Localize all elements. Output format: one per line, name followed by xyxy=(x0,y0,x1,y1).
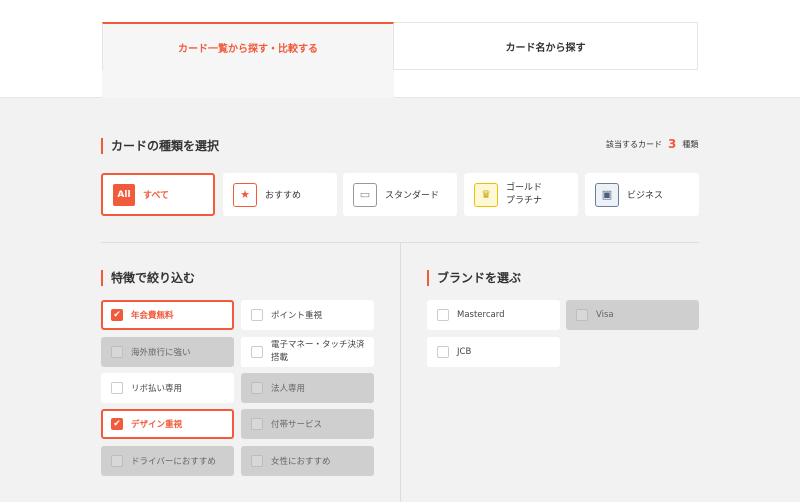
feature-label: 年会費無料 xyxy=(131,311,174,321)
count-number: 3 xyxy=(668,137,677,151)
feature-label: 女性におすすめ xyxy=(271,457,331,467)
feature-label: ドライバーにおすすめ xyxy=(131,457,216,467)
checkbox-checked-icon: ✔ xyxy=(111,309,123,321)
tab-label: カード一覧から探す・比較する xyxy=(178,43,318,55)
card-type-label: スタンダード xyxy=(385,191,440,201)
label-line1: ゴールド xyxy=(506,182,543,193)
gold-card-icon: ♛ xyxy=(474,182,498,207)
checkbox-icon xyxy=(251,418,263,430)
search-tabs-bar: カード一覧から探す・比較する カード名から探す xyxy=(0,0,800,98)
checkbox-icon xyxy=(111,382,123,394)
result-count: 該当するカード 3 種類 xyxy=(606,137,698,151)
feature-corporate-only: 法人専用 xyxy=(241,373,374,403)
feature-label: 法人専用 xyxy=(271,384,306,394)
feature-drivers: ドライバーにおすすめ xyxy=(101,446,234,476)
feature-emoney-touch[interactable]: 電子マネー・タッチ決済 搭載 xyxy=(241,337,374,367)
count-prefix: 該当するカード xyxy=(606,139,662,149)
checkbox-checked-icon: ✔ xyxy=(111,418,123,430)
business-card-icon: ▣ xyxy=(595,182,619,207)
checkbox-icon xyxy=(111,346,123,358)
feature-label: 電子マネー・タッチ決済 搭載 xyxy=(271,339,365,365)
checkbox-icon xyxy=(111,455,123,467)
brand-visa: Visa xyxy=(566,300,699,330)
tab-list-compare[interactable]: カード一覧から探す・比較する xyxy=(102,22,394,70)
card-type-standard-button[interactable]: ▭ スタンダード xyxy=(343,173,457,216)
checkbox-icon xyxy=(437,346,449,358)
brand-mastercard[interactable]: Mastercard xyxy=(427,300,560,330)
card-type-all-button[interactable]: All すべて xyxy=(101,173,215,216)
card-type-business-button[interactable]: ▣ ビジネス xyxy=(585,173,699,216)
features-heading: 特徴で絞り込む xyxy=(101,270,195,286)
brand-label: Mastercard xyxy=(457,310,505,320)
card-type-label: すべて xyxy=(143,191,170,201)
card-type-heading: カードの種類を選択 xyxy=(101,138,219,154)
feature-revolving-only[interactable]: リボ払い専用 xyxy=(101,373,234,403)
card-type-gold-button[interactable]: ♛ ゴールド プラチナ xyxy=(464,173,578,216)
feature-extra-services: 付帯サービス xyxy=(241,409,374,439)
standard-card-icon: ▭ xyxy=(353,182,377,207)
feature-label: リボ払い専用 xyxy=(131,384,183,394)
feature-label: ポイント重視 xyxy=(271,311,323,321)
checkbox-icon xyxy=(251,455,263,467)
checkbox-icon xyxy=(437,309,449,321)
feature-label: 海外旅行に強い xyxy=(131,348,191,358)
feature-label: 付帯サービス xyxy=(271,420,323,430)
label-line2: プラチナ xyxy=(506,195,543,206)
card-type-label: おすすめ xyxy=(265,191,302,201)
recommend-card-icon: ★ xyxy=(233,182,257,207)
tab-card-name[interactable]: カード名から探す xyxy=(394,22,698,70)
label-line1: 電子マネー・タッチ決済 xyxy=(271,340,365,350)
checkbox-icon xyxy=(251,382,263,394)
active-tab-pointer xyxy=(102,70,394,98)
card-type-recommend-button[interactable]: ★ おすすめ xyxy=(223,173,337,216)
checkbox-icon xyxy=(251,346,263,358)
tab-label: カード名から探す xyxy=(505,42,586,54)
brand-jcb[interactable]: JCB xyxy=(427,337,560,367)
column-divider xyxy=(400,243,401,502)
count-suffix: 種類 xyxy=(682,139,699,149)
label-line2: 搭載 xyxy=(271,353,289,363)
feature-design[interactable]: ✔ デザイン重視 xyxy=(101,409,234,439)
brand-label: JCB xyxy=(457,347,472,357)
all-badge: All xyxy=(113,183,135,206)
card-type-label: ビジネス xyxy=(627,191,664,201)
brand-label: Visa xyxy=(596,310,614,320)
card-type-label: ゴールド プラチナ xyxy=(506,182,542,208)
checkbox-icon xyxy=(251,309,263,321)
checkbox-icon xyxy=(576,309,588,321)
feature-women: 女性におすすめ xyxy=(241,446,374,476)
feature-label: デザイン重視 xyxy=(131,420,183,430)
feature-points[interactable]: ポイント重視 xyxy=(241,300,374,330)
feature-no-annual-fee[interactable]: ✔ 年会費無料 xyxy=(101,300,234,330)
feature-overseas-travel: 海外旅行に強い xyxy=(101,337,234,367)
brand-heading: ブランドを選ぶ xyxy=(427,270,521,286)
